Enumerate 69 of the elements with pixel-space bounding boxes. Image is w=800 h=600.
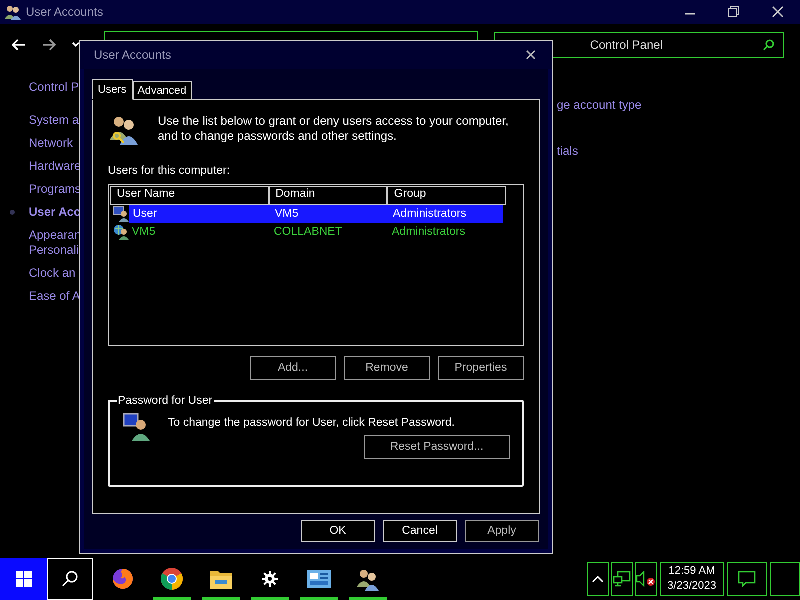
users-icon — [356, 567, 380, 591]
tab[interactable]: Users — [92, 79, 133, 100]
table-cell: User — [129, 205, 275, 223]
list-action-button[interactable]: Remove — [344, 356, 430, 380]
search-icon — [763, 39, 775, 51]
column-header[interactable]: Group — [387, 186, 506, 205]
computer-user-icon — [122, 411, 152, 441]
message-icon — [738, 571, 756, 587]
instruction-text: Use the list below to grant or deny users access to your computer, and to change passwords and other settings. — [158, 114, 510, 144]
search-button[interactable] — [47, 558, 93, 600]
sidebar-link[interactable]: System a — [29, 113, 80, 128]
fox-globe-icon — [111, 567, 135, 591]
sidebar-link[interactable]: Hardware — [29, 159, 82, 174]
list-action-button[interactable]: Properties — [438, 356, 524, 380]
search-icon — [62, 571, 78, 587]
muted-speaker-icon — [636, 571, 656, 587]
selected-row[interactable]: User VM5 Administrators — [110, 205, 506, 223]
globe-user-icon — [113, 224, 129, 240]
list-action-button[interactable]: Add... — [250, 356, 336, 380]
reset-password-button[interactable]: Reset Password... — [364, 435, 510, 459]
table-cell-text: VM5 — [131, 226, 157, 238]
folder-icon — [209, 568, 233, 590]
start-button[interactable] — [0, 558, 47, 600]
dropdown-icon[interactable] — [72, 42, 80, 48]
network-button[interactable] — [611, 562, 633, 596]
dialog-title: User Accounts — [94, 48, 172, 62]
restore-icon[interactable] — [728, 6, 740, 18]
forward-icon[interactable] — [42, 39, 56, 51]
dialog-button[interactable]: Apply — [465, 520, 539, 542]
sidebar-link[interactable]: Clock an — [29, 266, 76, 281]
list-label: Users for this computer: — [108, 165, 232, 177]
content-link[interactable]: ge account type — [557, 98, 642, 112]
close-icon[interactable] — [526, 50, 536, 60]
chrome-icon — [160, 567, 184, 591]
dialog-button[interactable]: OK — [301, 520, 375, 542]
users-key-icon — [108, 114, 140, 146]
volume-button[interactable] — [635, 562, 657, 596]
chevron-up-icon — [592, 575, 604, 583]
sidebar-link[interactable]: Control P — [29, 80, 80, 95]
column-header[interactable]: User Name — [110, 186, 269, 205]
computer-user-icon — [113, 206, 129, 222]
users-icon — [4, 4, 22, 20]
back-icon[interactable] — [12, 39, 26, 51]
column-header[interactable]: Domain — [268, 186, 388, 205]
show-desktop-button[interactable] — [770, 562, 800, 596]
settings-icon — [262, 571, 278, 587]
control-panel-icon — [306, 568, 332, 590]
password-instruction-text: To change the password for User, click Reset Password. — [168, 417, 455, 429]
network-icon — [613, 571, 631, 587]
table-cell-text: Administrators — [392, 226, 466, 238]
sidebar-link[interactable]: User Acc — [29, 205, 81, 220]
notifications-button[interactable] — [727, 562, 767, 596]
dialog-button[interactable]: Cancel — [383, 520, 457, 542]
user-row[interactable]: VM5 COLLABNET Administrators — [110, 223, 506, 241]
table-cell: VM5 — [275, 205, 393, 223]
close-icon[interactable] — [772, 6, 784, 18]
content-link[interactable]: tials — [557, 144, 642, 158]
show-hidden-icons-button[interactable] — [587, 562, 609, 596]
window-title: User Accounts — [26, 5, 104, 19]
sidebar-link[interactable]: Network — [29, 136, 74, 151]
clock-date: 3/23/2023 — [668, 579, 716, 594]
table-cell: Administrators — [393, 205, 503, 223]
clock-button[interactable]: 12:59 AM 3/23/2023 — [660, 562, 724, 596]
group-title: Password for User — [117, 395, 214, 407]
clock-time: 12:59 AM — [668, 564, 716, 579]
table-cell-text: COLLABNET — [274, 226, 344, 238]
tab[interactable]: Advanced — [132, 81, 192, 99]
sidebar-link[interactable]: Programs — [29, 182, 82, 197]
windows-logo-icon — [16, 571, 32, 587]
